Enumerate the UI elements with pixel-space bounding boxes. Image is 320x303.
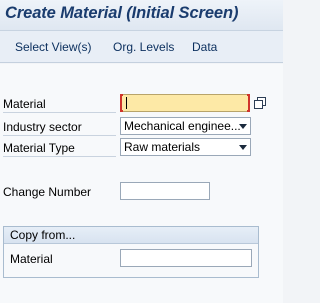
material-type-value: Raw materials xyxy=(124,140,201,154)
menu-bar: Select View(s) Org. Levels Data xyxy=(0,31,283,63)
change-number-label: Change Number xyxy=(3,185,92,199)
material-label: Material xyxy=(3,97,46,111)
copy-from-title: Copy from... xyxy=(10,228,76,242)
copy-from-material-label: Material xyxy=(10,252,53,266)
change-number-input[interactable] xyxy=(120,182,210,200)
material-type-label: Material Type xyxy=(3,141,75,155)
value-help-icon[interactable] xyxy=(253,96,267,110)
chevron-down-icon xyxy=(239,124,247,129)
industry-sector-value: Mechanical enginee... xyxy=(124,119,241,133)
text-cursor xyxy=(126,97,127,109)
menu-item-org-levels[interactable]: Org. Levels xyxy=(113,40,174,54)
copy-from-header: Copy from... xyxy=(4,227,258,244)
chevron-down-icon xyxy=(239,145,247,150)
required-marker-left xyxy=(120,94,123,112)
industry-sector-label-underline xyxy=(3,135,116,136)
material-input[interactable] xyxy=(120,94,250,112)
page-title: Create Material (Initial Screen) xyxy=(5,4,239,22)
menu-item-data[interactable]: Data xyxy=(192,40,217,54)
material-label-underline xyxy=(3,112,116,113)
title-bar: Create Material (Initial Screen) xyxy=(0,0,283,31)
copy-from-group: Copy from... Material xyxy=(3,226,259,278)
form-area: Material Industry sector Mechanical engi… xyxy=(0,64,283,303)
industry-sector-label: Industry sector xyxy=(3,120,82,134)
copy-from-material-input[interactable] xyxy=(120,249,252,267)
required-marker-right xyxy=(247,94,250,112)
material-type-label-underline xyxy=(3,156,116,157)
menu-item-select-views[interactable]: Select View(s) xyxy=(15,40,91,54)
material-type-dropdown[interactable]: Raw materials xyxy=(120,138,251,156)
industry-sector-dropdown[interactable]: Mechanical enginee... xyxy=(120,117,251,135)
